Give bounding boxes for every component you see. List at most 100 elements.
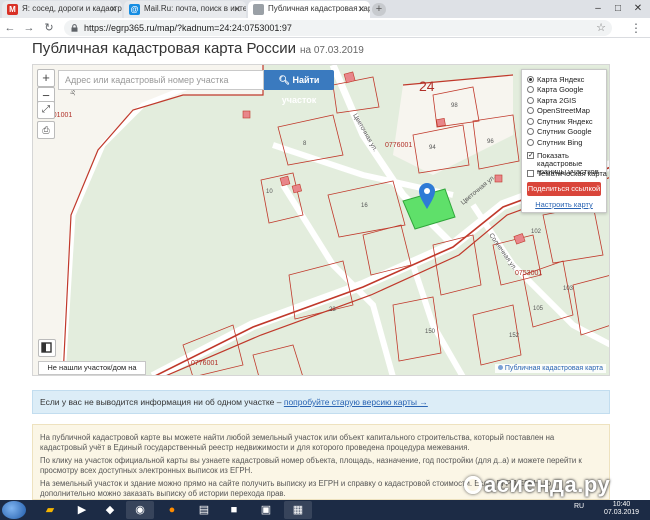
clock-date: 07.03.2019: [604, 509, 640, 516]
browser-icon[interactable]: ●: [158, 501, 186, 519]
app-icon[interactable]: ■: [220, 501, 248, 519]
show-boundaries-option[interactable]: ✓ Показать кадастровые границы участков: [527, 151, 601, 175]
url-text: https://egrp365.ru/map/?kadnum=24:24:075…: [84, 23, 292, 33]
app-icon[interactable]: ▦: [284, 501, 312, 519]
browser-toolbar: ← → ↻ https://egrp365.ru/map/?kadnum=24:…: [0, 18, 650, 38]
mailru-icon: @: [129, 4, 140, 15]
lock-icon: [71, 24, 78, 32]
windows-taskbar: ▰ ▶ ◆ ◉ ● ▤ ■ ▣ ▦ RU 10:40 07.03.2019: [0, 500, 650, 520]
block-label: 0776001: [385, 142, 412, 149]
media-player-icon[interactable]: ▶: [68, 501, 96, 519]
street-label: Цветочная ул.: [351, 113, 378, 154]
gmail-icon: M: [7, 4, 18, 15]
layer-2gis-map[interactable]: Карта 2GIS: [527, 95, 601, 106]
bookmark-star-icon[interactable]: ☆: [596, 20, 606, 36]
chrome-icon[interactable]: ◉: [126, 501, 154, 519]
radio[interactable]: [527, 86, 534, 94]
info-banner: Если у вас не выводится информация ни об…: [32, 390, 610, 414]
forward-icon[interactable]: →: [21, 20, 37, 36]
page-title-text: Публичная кадастровая карта России: [32, 40, 296, 57]
layer-label: Карта 2GIS: [537, 95, 577, 105]
fullscreen-icon[interactable]: ⤢: [37, 101, 55, 119]
close-window-icon[interactable]: ✕: [628, 0, 648, 18]
thematic-label: Тематическая карта: [537, 169, 607, 179]
plot-number: 102: [531, 229, 542, 235]
radio[interactable]: [527, 138, 534, 146]
language-indicator[interactable]: RU: [574, 503, 584, 510]
plot-number: 23: [329, 307, 336, 313]
plot-number: 16: [361, 203, 368, 209]
checkbox[interactable]: [527, 170, 534, 178]
layer-label: Спутник Google: [537, 127, 592, 137]
radio[interactable]: [527, 117, 534, 125]
search-icon: 🔍︎: [278, 75, 290, 85]
layer-osm[interactable]: OpenStreetMap: [527, 106, 601, 117]
plot-number: 150: [425, 329, 436, 335]
browser-menu-icon[interactable]: ⋮: [628, 20, 644, 36]
find-plot-button[interactable]: 🔍︎ Найти участок: [264, 70, 334, 105]
new-tab-button[interactable]: +: [372, 3, 386, 16]
radio-selected[interactable]: [527, 75, 534, 83]
map-copyright[interactable]: Публичная кадастровая карта: [494, 364, 606, 373]
share-link-button[interactable]: Поделиться ссылкой: [527, 182, 601, 196]
bookmark-button[interactable]: [38, 339, 56, 357]
radio[interactable]: [527, 96, 534, 104]
tab-cadastral-map[interactable]: Публичная кадастровая карта ✕: [248, 1, 370, 18]
copyright-text: Публичная кадастровая карта: [504, 365, 603, 372]
minimize-icon[interactable]: –: [588, 0, 608, 18]
map-layers-panel: Карта Яндекс Карта Google Карта 2GIS Ope…: [521, 69, 607, 213]
block-label: 0753001: [515, 270, 542, 277]
zoom-in-button[interactable]: +: [37, 69, 55, 87]
layer-google-map[interactable]: Карта Google: [527, 85, 601, 96]
close-icon[interactable]: ✕: [233, 1, 241, 17]
layer-yandex-satellite[interactable]: Спутник Яндекс: [527, 116, 601, 127]
cadastral-map[interactable]: 24 0776001 0776001 0776001 0753001 07010…: [32, 64, 610, 376]
checkbox-checked[interactable]: ✓: [527, 151, 534, 159]
tab-gmail[interactable]: M Я: сосед, дороги и кадастровые ✕: [2, 1, 122, 18]
layer-google-satellite[interactable]: Спутник Google: [527, 127, 601, 138]
plot-number: 10: [266, 189, 273, 195]
page-title: Публичная кадастровая карта России на 07.…: [32, 40, 364, 57]
reload-icon[interactable]: ↻: [41, 20, 57, 36]
print-icon[interactable]: ⎙: [37, 121, 55, 139]
close-icon[interactable]: ✕: [109, 1, 117, 17]
watermark-logo-icon: [464, 476, 482, 494]
maximize-icon[interactable]: □: [608, 0, 628, 18]
watermark: асиенда.ру: [464, 472, 610, 498]
thematic-map-option[interactable]: Тематическая карта: [527, 169, 607, 180]
address-bar[interactable]: https://egrp365.ru/map/?kadnum=24:24:075…: [64, 20, 612, 36]
old-map-link[interactable]: попробуйте старую версию карты →: [284, 397, 428, 407]
page-icon: [253, 4, 264, 15]
layer-label: Карта Google: [537, 85, 584, 95]
plot-number: 98: [451, 103, 458, 109]
tab-label: Я: сосед, дороги и кадастровые: [22, 4, 122, 13]
setup-map-link[interactable]: Настроить карту: [527, 200, 601, 209]
folder-icon[interactable]: ▤: [190, 501, 218, 519]
app-icon[interactable]: ▣: [252, 501, 280, 519]
street-label: Цветочная ул.: [460, 174, 497, 207]
tab-mailru[interactable]: @ Mail.Ru: почта, поиск в интернет ✕: [124, 1, 246, 18]
map-road: [410, 264, 466, 375]
explorer-icon[interactable]: ▰: [36, 501, 64, 519]
description-paragraph: На публичной кадастровой карте вы можете…: [40, 433, 555, 452]
layer-label: Спутник Bing: [537, 137, 583, 147]
back-icon[interactable]: ←: [2, 20, 18, 36]
app-icon[interactable]: ◆: [96, 501, 124, 519]
not-found-button[interactable]: Не нашли участок/дом на карте?: [38, 361, 146, 375]
system-clock[interactable]: 10:40 07.03.2019: [604, 501, 639, 517]
plot-number: 103: [563, 286, 574, 292]
start-button-icon[interactable]: [2, 501, 26, 519]
cadastral-search-input[interactable]: [58, 70, 264, 90]
layer-bing-satellite[interactable]: Спутник Bing: [527, 137, 601, 148]
layers-toggle-icon: [41, 342, 52, 353]
radio[interactable]: [527, 128, 534, 136]
plot-number: 105: [533, 306, 544, 312]
page-title-date: на 07.03.2019: [299, 45, 364, 56]
tab-label: Публичная кадастровая карта: [268, 4, 370, 13]
close-icon[interactable]: ✕: [357, 1, 365, 17]
layer-label: OpenStreetMap: [537, 106, 590, 116]
street-label: Солнечная ул.: [487, 232, 518, 272]
layer-yandex-map[interactable]: Карта Яндекс: [527, 74, 601, 85]
tab-label: Mail.Ru: почта, поиск в интернет: [144, 4, 246, 13]
radio[interactable]: [527, 107, 534, 115]
